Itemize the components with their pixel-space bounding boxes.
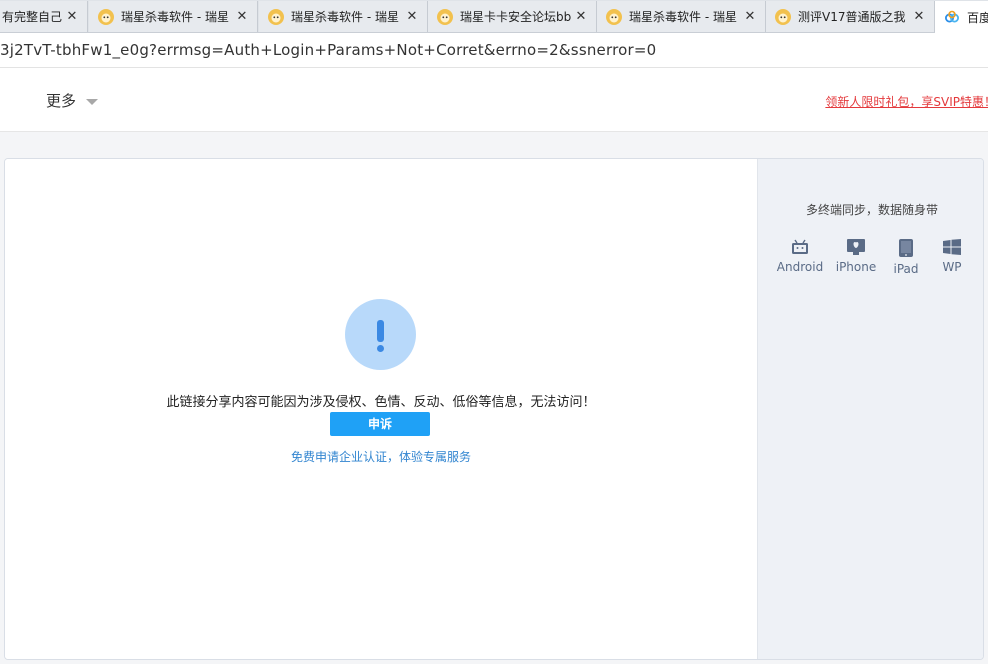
android-icon [792,239,808,254]
url-text[interactable]: 3j2TvT-tbhFw1_e0g?errmsg=Auth+Login+Para… [0,41,656,59]
browser-tab[interactable]: 测评V17普通版之我 ✕ [766,1,935,32]
tab-title: 瑞星杀毒软件 - 瑞星 [291,10,399,24]
exclamation-icon [345,299,416,370]
tab-close-icon[interactable]: ✕ [405,9,419,24]
exclamation-dot [377,345,384,352]
more-menu-label: 更多 [46,92,77,110]
lion-favicon-icon [775,8,791,25]
tab-close-icon[interactable]: ✕ [912,9,926,24]
platform-label: Android [776,260,824,274]
enterprise-link-text[interactable]: 免费申请企业认证，体验专属服务 [291,450,471,464]
browser-tab[interactable]: 瑞星杀毒软件 - 瑞星 ✕ [89,1,258,32]
browser-tab[interactable]: 瑞星杀毒软件 - 瑞星 ✕ [259,1,428,32]
sidebar-title: 多终端同步，数据随身带 [805,203,938,217]
browser-tab[interactable]: 有完整自己 ✕ [0,1,88,32]
lion-favicon-icon [437,8,453,25]
tab-title: 测评V17普通版之我 [798,10,906,24]
blocked-message: 此链接分享内容可能因为涉及侵权、色情、反动、低俗等信息，无法访问！ [166,395,596,410]
tab-title: 瑞星杀毒软件 - 瑞星 [121,10,229,24]
lion-favicon-icon [98,8,114,25]
blocked-share-panel: 此链接分享内容可能因为涉及侵权、色情、反动、低俗等信息，无法访问！ 申诉 免费申… [5,159,757,659]
page-header: 更多 领新人限时礼包，享SVIP特惠！ [0,68,988,132]
tab-close-icon[interactable]: ✕ [743,9,757,24]
baidu-cloud-favicon-icon [945,10,959,23]
tab-title: 瑞星卡卡安全论坛bb [460,10,572,24]
ipad-icon [899,239,913,257]
promo-link[interactable]: 领新人限时礼包，享SVIP特惠！ [825,93,988,110]
platform-iphone[interactable]: iPhone [832,239,880,274]
enterprise-certification-link: 免费申请企业认证，体验专属服务 [5,448,757,465]
platform-label: iPhone [835,260,877,274]
caret-down-icon [86,99,99,105]
tab-title: 瑞星杀毒软件 - 瑞星 [629,10,737,24]
tab-title: 有完整自己 [2,10,63,24]
platform-label: WP [942,260,962,274]
platform-label: iPad [893,262,919,276]
multi-device-sidebar: 多终端同步，数据随身带 Android iPhone iPad WP [757,159,983,659]
tab-close-icon[interactable]: ✕ [65,9,79,24]
more-menu[interactable]: 更多 [46,90,99,111]
platform-android[interactable]: Android [776,239,824,274]
address-bar[interactable]: 3j2TvT-tbhFw1_e0g?errmsg=Auth+Login+Para… [0,33,988,68]
browser-tab[interactable]: 瑞星卡卡安全论坛bb ✕ [428,1,597,32]
exclamation-bar [377,320,384,342]
windows-phone-icon [943,239,961,255]
browser-tab[interactable]: 瑞星杀毒软件 - 瑞星 ✕ [597,1,766,32]
tab-close-icon[interactable]: ✕ [235,9,249,24]
tab-close-icon[interactable]: ✕ [574,9,588,24]
content-card: 此链接分享内容可能因为涉及侵权、色情、反动、低俗等信息，无法访问！ 申诉 免费申… [4,158,984,660]
tab-title: 百度 [967,10,988,25]
platform-ipad[interactable]: iPad [886,239,926,276]
lion-favicon-icon [606,8,622,25]
browser-tab-active[interactable]: 百度 [935,1,988,33]
browser-tab-strip: 有完整自己 ✕ 瑞星杀毒软件 - 瑞星 ✕ 瑞星杀毒软件 - 瑞星 ✕ 瑞星卡卡… [0,0,988,33]
lion-favicon-icon [268,8,284,25]
appeal-button[interactable]: 申诉 [330,412,430,436]
iphone-icon [847,239,865,255]
platform-wp[interactable]: WP [934,239,970,274]
